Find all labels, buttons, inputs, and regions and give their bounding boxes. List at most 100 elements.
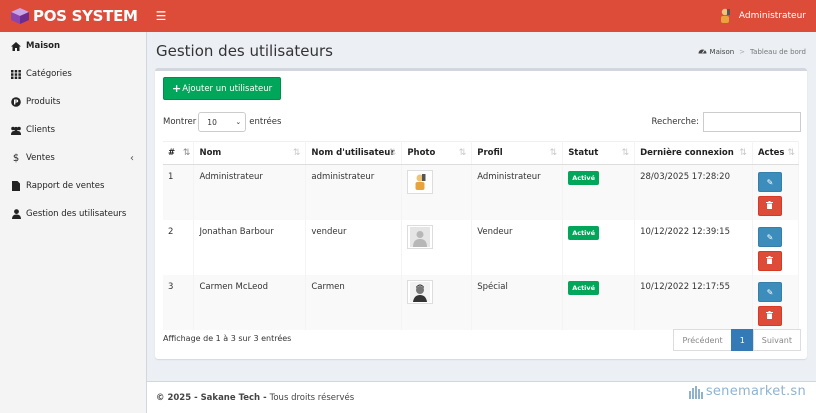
delete-button[interactable] bbox=[757, 196, 782, 216]
user-menu[interactable]: Administrateur bbox=[717, 6, 806, 26]
add-user-button[interactable]: + Ajouter un utilisateur bbox=[163, 77, 282, 100]
table-row: 3 Carmen McLeod Carmen Spécial Activé 10… bbox=[163, 275, 800, 330]
table-info: Affichage de 1 à 3 sur 3 entrées bbox=[163, 334, 292, 343]
cell-photo bbox=[401, 220, 473, 275]
cell-last-login: 28/03/2025 17:28:20 bbox=[634, 164, 753, 220]
chevron-left-icon: ‹ bbox=[130, 152, 134, 164]
default-avatar-icon bbox=[407, 225, 434, 249]
users-icon bbox=[10, 126, 22, 135]
header-label: Nom bbox=[199, 148, 222, 158]
sidebar-item-label: Produits bbox=[26, 97, 61, 107]
cell-last-login: 10/12/2022 12:17:55 bbox=[634, 275, 753, 330]
pagination: Précédent 1 Suivant bbox=[673, 329, 801, 351]
sidebar-item-gestion-des-utilisateurs[interactable]: Gestion des utilisateurs bbox=[0, 200, 146, 228]
app-logo[interactable]: POS SYSTEM bbox=[0, 0, 147, 32]
header-label: Nom d'utilisateur bbox=[311, 148, 395, 158]
column-header-last-login[interactable]: Dernière connexion ⇅ bbox=[634, 141, 753, 165]
users-table: # ⇅ Nom ⇅ Nom d'utilisateur ⇅ Photo ⇅ Profil… bbox=[163, 141, 800, 330]
trash-icon bbox=[766, 256, 774, 266]
search-label: Recherche: bbox=[651, 117, 699, 127]
logo-cube-icon bbox=[11, 8, 29, 24]
sidebar-item-maison[interactable]: Maison bbox=[0, 32, 146, 60]
next-page-button[interactable]: Suivant bbox=[752, 329, 801, 351]
trash-icon bbox=[766, 201, 774, 211]
column-header-username[interactable]: Nom d'utilisateur ⇅ bbox=[305, 141, 403, 165]
dollar-icon: $ bbox=[12, 152, 20, 164]
table-row: 2 Jonathan Barbour vendeur Vendeur Activ… bbox=[163, 220, 800, 275]
header-label: # bbox=[168, 148, 176, 158]
delete-button[interactable] bbox=[757, 251, 782, 271]
cell-name: Jonathan Barbour bbox=[193, 220, 307, 275]
sort-icon: ⇅ bbox=[292, 148, 301, 158]
header-label: Dernière connexion bbox=[640, 148, 734, 158]
product-hunt-icon: P bbox=[10, 97, 22, 107]
user-name: Administrateur bbox=[738, 11, 806, 21]
top-header: POS SYSTEM ☰ Administrateur bbox=[0, 0, 816, 32]
status-badge[interactable]: Activé bbox=[568, 226, 600, 240]
delete-button[interactable] bbox=[757, 306, 782, 326]
sidebar-item-categories[interactable]: Catégories bbox=[0, 60, 146, 88]
edit-button[interactable]: ✎ bbox=[757, 172, 782, 192]
add-user-label: Ajouter un utilisateur bbox=[182, 83, 273, 94]
sidebar-item-ventes[interactable]: $ Ventes ‹ bbox=[0, 144, 146, 172]
column-header-photo[interactable]: Photo ⇅ bbox=[401, 141, 473, 165]
breadcrumb-separator: > bbox=[739, 47, 746, 56]
breadcrumb: Maison > Tableau de bord bbox=[698, 47, 806, 56]
status-badge[interactable]: Activé bbox=[568, 171, 600, 185]
sort-icon: ⇅ bbox=[549, 148, 558, 158]
user-avatar-icon bbox=[720, 8, 730, 23]
entries-length-select[interactable]: 10 ⌄ bbox=[198, 112, 247, 132]
search-input[interactable] bbox=[703, 112, 801, 132]
pencil-icon: ✎ bbox=[766, 232, 774, 242]
sidebar-item-label: Gestion des utilisateurs bbox=[26, 209, 127, 219]
page-title: Gestion des utilisateurs bbox=[156, 42, 333, 60]
edit-button[interactable]: ✎ bbox=[757, 282, 782, 302]
cell-actions: ✎ bbox=[752, 275, 800, 330]
chevron-down-icon: ⌄ bbox=[235, 118, 242, 126]
user-photo-icon bbox=[407, 280, 434, 304]
cell-status: Activé bbox=[562, 275, 636, 330]
cell-actions: ✎ bbox=[752, 220, 800, 275]
header-label: Profil bbox=[477, 148, 503, 158]
sidebar-item-produits[interactable]: P Produits bbox=[0, 88, 146, 116]
sidebar-item-rapport-de-ventes[interactable]: Rapport de ventes bbox=[0, 172, 146, 200]
show-label: Montrer bbox=[163, 117, 197, 127]
sidebar-item-clients[interactable]: Clients bbox=[0, 116, 146, 144]
status-badge[interactable]: Activé bbox=[568, 281, 600, 295]
users-box: + Ajouter un utilisateur Montrer 10 ⌄ en… bbox=[155, 68, 807, 359]
column-header-num[interactable]: # ⇅ bbox=[163, 141, 195, 165]
file-icon bbox=[10, 181, 22, 191]
grid-icon bbox=[10, 69, 22, 79]
logo-text: POS SYSTEM bbox=[33, 7, 138, 25]
cell-username: vendeur bbox=[305, 220, 403, 275]
cell-profile: Spécial bbox=[471, 275, 564, 330]
cell-profile: Administrateur bbox=[471, 164, 564, 220]
breadcrumb-home-link[interactable]: Maison bbox=[710, 48, 735, 56]
cell-num: 2 bbox=[163, 220, 195, 275]
previous-page-button[interactable]: Précédent bbox=[673, 329, 732, 351]
cell-name: Carmen McLeod bbox=[193, 275, 307, 330]
entries-label: entrées bbox=[249, 117, 282, 127]
page-1-button[interactable]: 1 bbox=[730, 329, 754, 351]
cell-name: Administrateur bbox=[193, 164, 307, 220]
sort-asc-icon: ⇅ bbox=[182, 148, 191, 158]
edit-button[interactable]: ✎ bbox=[757, 227, 782, 247]
length-value: 10 bbox=[207, 117, 217, 127]
cell-photo bbox=[401, 164, 473, 220]
sort-icon: ⇅ bbox=[621, 148, 630, 158]
cell-status: Activé bbox=[562, 220, 636, 275]
svg-text:P: P bbox=[13, 99, 18, 107]
cell-actions: ✎ bbox=[752, 164, 800, 220]
menu-toggle-icon[interactable]: ☰ bbox=[151, 6, 171, 26]
column-header-statut[interactable]: Statut ⇅ bbox=[562, 141, 636, 165]
footer-copyright: © 2025 - Sakane Tech - bbox=[156, 392, 267, 403]
column-header-actes[interactable]: Actes ⇅ bbox=[752, 141, 800, 165]
sidebar-item-label: Ventes bbox=[26, 153, 55, 163]
search-control: Recherche: bbox=[651, 111, 801, 133]
column-header-nom[interactable]: Nom ⇅ bbox=[193, 141, 307, 165]
sidebar-item-label: Rapport de ventes bbox=[26, 181, 105, 191]
watermark-icon bbox=[688, 386, 703, 399]
column-header-profil[interactable]: Profil ⇅ bbox=[471, 141, 564, 165]
sort-icon: ⇅ bbox=[787, 148, 795, 158]
pencil-icon: ✎ bbox=[766, 287, 774, 297]
